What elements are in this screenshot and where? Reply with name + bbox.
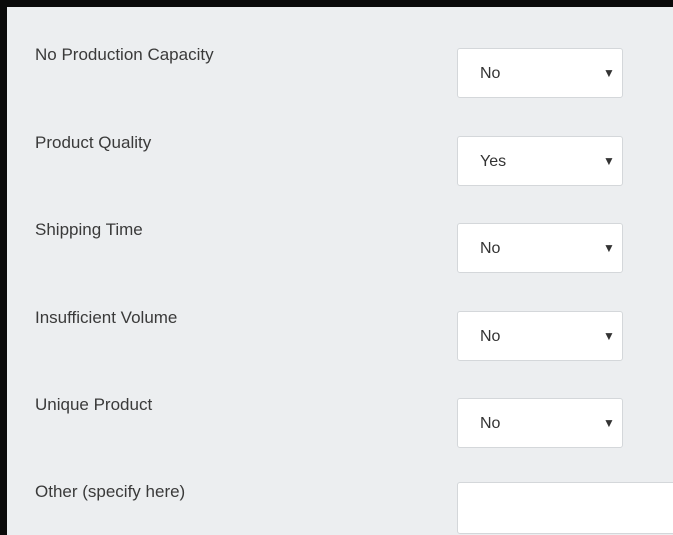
field-row-product-quality: Product Quality Yes ▼ bbox=[7, 133, 673, 203]
caret-down-icon: ▼ bbox=[603, 416, 615, 430]
insufficient-volume-select[interactable]: No ▼ bbox=[457, 311, 623, 361]
field-label-shipping-time: Shipping Time bbox=[35, 220, 143, 239]
field-row-insufficient-volume: Insufficient Volume No ▼ bbox=[7, 308, 673, 378]
no-production-capacity-select[interactable]: No ▼ bbox=[457, 48, 623, 98]
caret-down-icon: ▼ bbox=[603, 154, 615, 168]
field-row-other: Other (specify here) bbox=[7, 482, 673, 535]
field-label-no-production-capacity: No Production Capacity bbox=[35, 45, 214, 64]
caret-down-icon: ▼ bbox=[603, 241, 615, 255]
field-label-insufficient-volume: Insufficient Volume bbox=[35, 308, 178, 327]
selected-value: No bbox=[480, 65, 501, 82]
caret-down-icon: ▼ bbox=[603, 329, 615, 343]
selected-value: No bbox=[480, 415, 501, 432]
selected-value: No bbox=[480, 240, 501, 257]
other-specify-input[interactable] bbox=[457, 482, 673, 534]
selected-value: No bbox=[480, 328, 501, 345]
field-label-unique-product: Unique Product bbox=[35, 395, 153, 414]
shipping-time-select[interactable]: No ▼ bbox=[457, 223, 623, 273]
product-quality-select[interactable]: Yes ▼ bbox=[457, 136, 623, 186]
field-label-other: Other (specify here) bbox=[35, 482, 186, 501]
caret-down-icon: ▼ bbox=[603, 66, 615, 80]
field-row-no-production-capacity: No Production Capacity No ▼ bbox=[7, 45, 673, 115]
field-row-unique-product: Unique Product No ▼ bbox=[7, 395, 673, 465]
selected-value: Yes bbox=[480, 153, 507, 170]
unique-product-select[interactable]: No ▼ bbox=[457, 398, 623, 448]
field-row-shipping-time: Shipping Time No ▼ bbox=[7, 220, 673, 290]
field-label-product-quality: Product Quality bbox=[35, 133, 152, 152]
form-panel: No Production Capacity No ▼ Product Qual… bbox=[0, 0, 673, 535]
